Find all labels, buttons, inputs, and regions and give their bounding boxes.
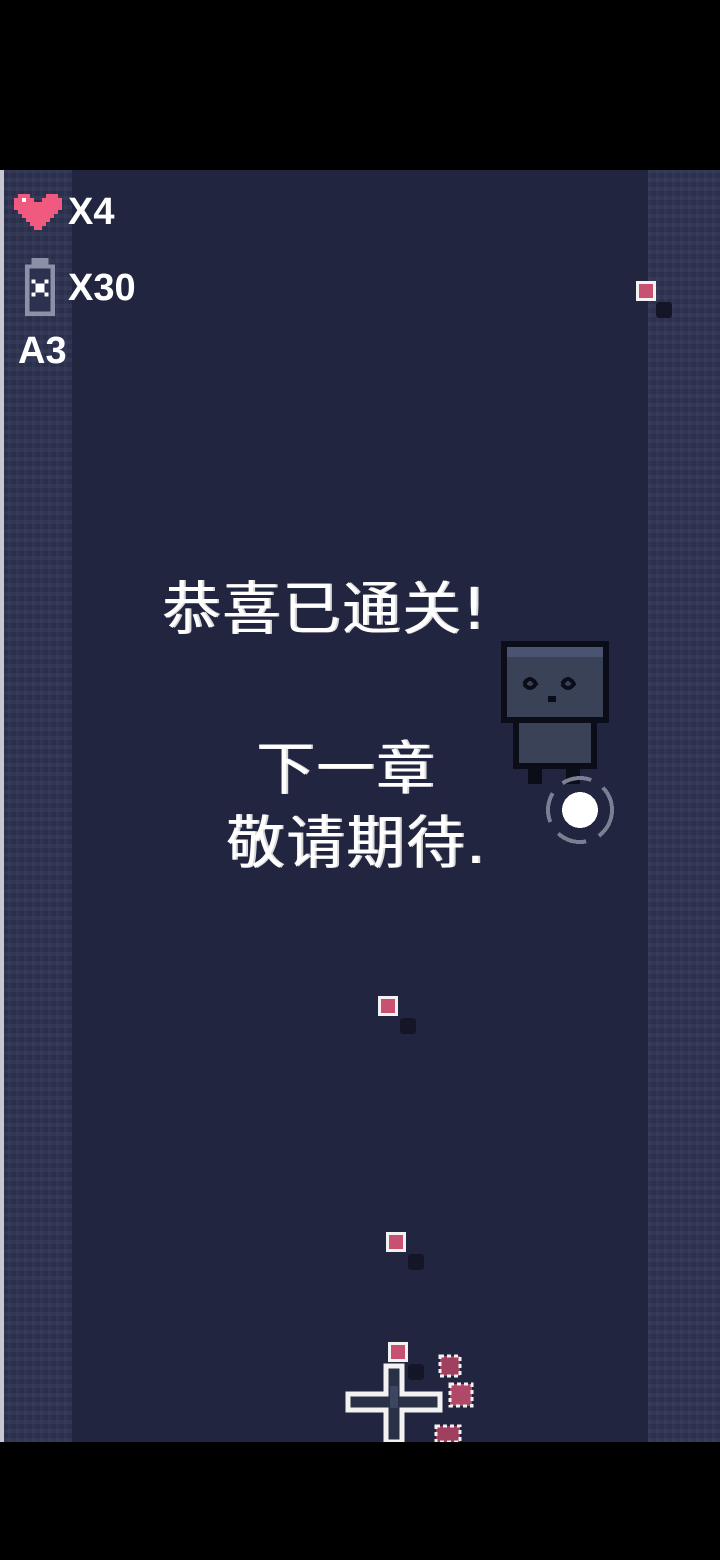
ammo-count: X30 bbox=[68, 266, 136, 309]
bullet-shadow bbox=[400, 1018, 416, 1034]
bullet-shadow bbox=[408, 1254, 424, 1270]
enemy-bullet bbox=[378, 996, 398, 1016]
next-chapter-text: 下一章 bbox=[256, 735, 437, 803]
lives-counter: X4 bbox=[14, 190, 114, 234]
ammo-counter: X30 bbox=[14, 258, 136, 318]
glowing-orb bbox=[546, 776, 614, 844]
bullet-shadow bbox=[656, 302, 672, 318]
enemy-bullet bbox=[636, 281, 656, 301]
stage-label: A3 bbox=[18, 330, 67, 372]
bomb-icon bbox=[25, 258, 55, 316]
right-wall bbox=[648, 170, 720, 1442]
box-robot-character bbox=[501, 641, 609, 784]
stage-indicator: A3 bbox=[18, 330, 67, 373]
game-screen[interactable]: X4 X30 A3 恭喜已通关! 下一章 敬请期待. bbox=[0, 170, 720, 1442]
exhaust-particles bbox=[434, 1354, 474, 1442]
enemy-bullet bbox=[386, 1232, 406, 1252]
heart-icon bbox=[14, 194, 62, 230]
coming-soon-text: 敬请期待. bbox=[226, 809, 487, 877]
player-ship[interactable] bbox=[344, 1356, 444, 1442]
clear-message: 恭喜已通关! bbox=[162, 575, 488, 643]
lives-count: X4 bbox=[68, 190, 115, 233]
